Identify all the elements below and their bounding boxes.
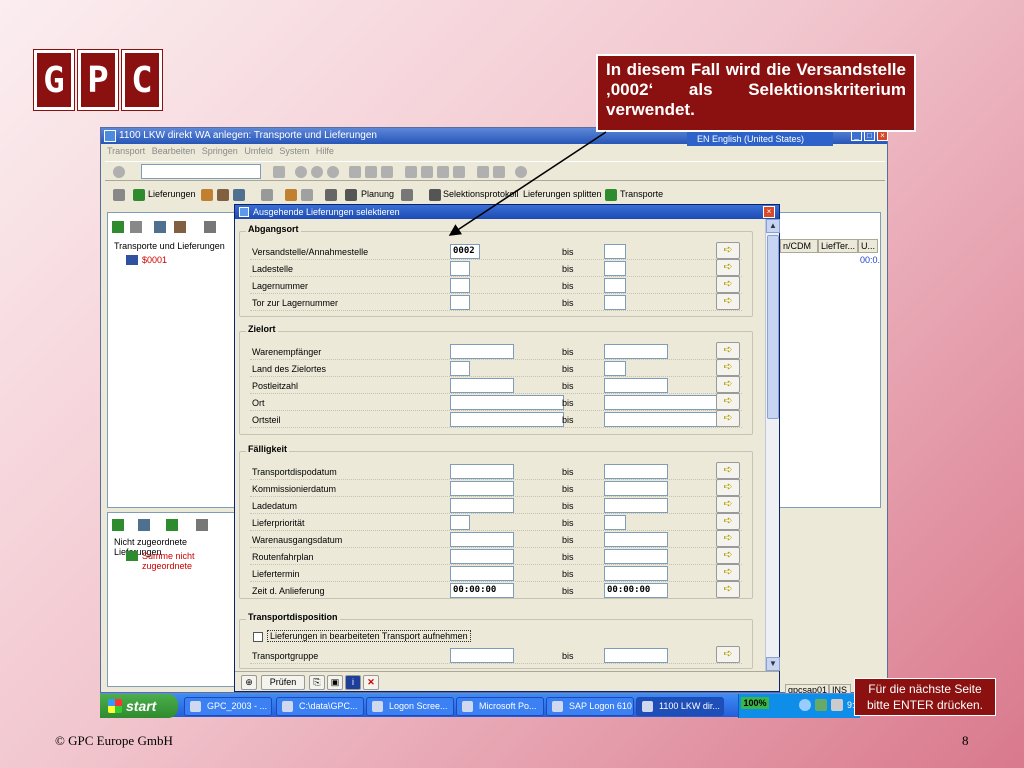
callout-arrow <box>448 131 607 236</box>
